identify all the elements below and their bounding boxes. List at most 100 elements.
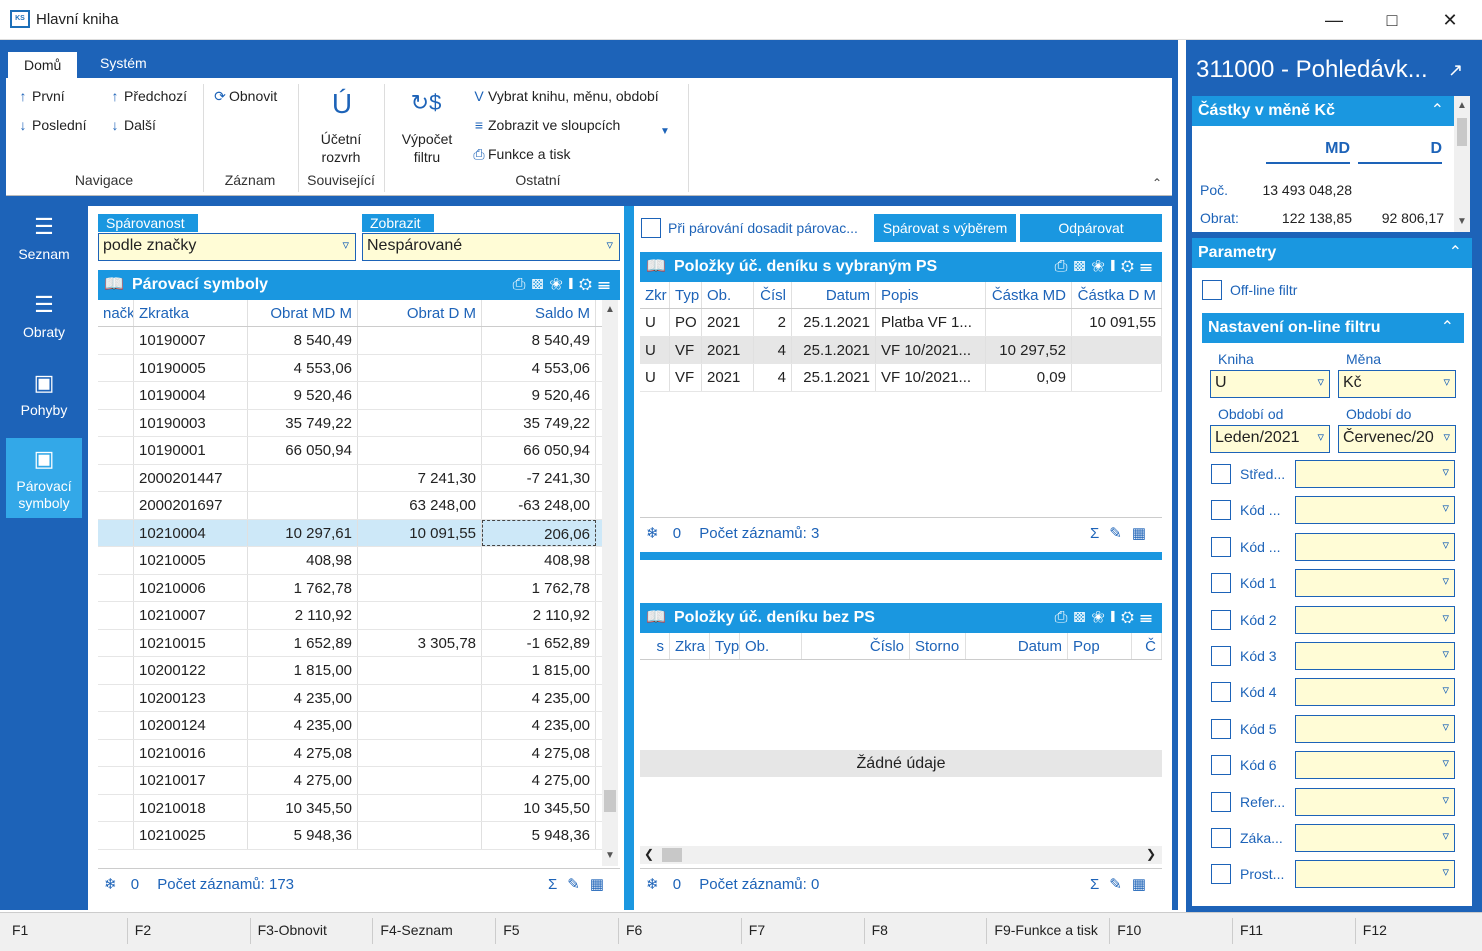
col-saldo[interactable]: Saldo M bbox=[482, 300, 596, 326]
scroll-thumb[interactable] bbox=[1457, 118, 1467, 146]
params-section[interactable]: Parametry ⌃ bbox=[1192, 238, 1472, 268]
grid-tools[interactable]: ⎙▩❀❙⚙☰ bbox=[1055, 252, 1158, 282]
show-in-columns-button[interactable]: ≡ Zobrazit ve sloupcích bbox=[470, 117, 620, 133]
filter-select[interactable]: ▿ bbox=[1295, 642, 1455, 670]
function-key[interactable]: F9-Funkce a tisk bbox=[994, 922, 1097, 938]
display-select[interactable]: Nespárované ▿ bbox=[362, 233, 620, 261]
table-row[interactable]: 10190005 4 553,06 4 553,06 bbox=[98, 354, 602, 382]
table-row[interactable]: 10190001 66 050,94 66 050,94 bbox=[98, 437, 602, 465]
table-row[interactable]: 10210004 10 297,61 10 091,55 206,06 bbox=[98, 519, 602, 547]
function-key[interactable]: F5 bbox=[503, 922, 519, 938]
prev-button[interactable]: ↑ Předchozí bbox=[106, 88, 188, 104]
filter-select[interactable]: ▿ bbox=[1295, 824, 1455, 852]
table-row[interactable]: 10190007 8 540,49 8 540,49 bbox=[98, 327, 602, 355]
status-tools[interactable]: Σ✎▦ bbox=[548, 869, 614, 901]
filter-checkbox[interactable] bbox=[1211, 718, 1231, 739]
column-header[interactable]: s bbox=[640, 633, 670, 659]
column-header[interactable]: Popis bbox=[876, 282, 986, 308]
close-icon[interactable]: ✕ bbox=[1430, 8, 1470, 32]
splitter[interactable] bbox=[624, 206, 634, 910]
column-header[interactable]: Datum bbox=[966, 633, 1068, 659]
maximize-icon[interactable]: □ bbox=[1372, 8, 1412, 32]
tab-system[interactable]: Systém bbox=[84, 50, 163, 78]
table-row[interactable]: 10200124 4 235,00 4 235,00 bbox=[98, 712, 602, 740]
column-header[interactable]: Ob. bbox=[702, 282, 754, 308]
filter-select[interactable]: ▿ bbox=[1295, 460, 1455, 488]
column-header[interactable]: Storno bbox=[910, 633, 966, 659]
column-header[interactable]: Částka MD bbox=[986, 282, 1072, 308]
calculate-icon[interactable]: ↻$ bbox=[406, 90, 446, 120]
table-row[interactable]: U PO 2021 2 25.1.2021 Platba VF 1... 10 091,55 bbox=[640, 309, 1162, 337]
filter-select[interactable]: ▿ bbox=[1295, 496, 1455, 525]
chart-of-accounts-icon[interactable]: Ú bbox=[312, 88, 372, 120]
table-row[interactable]: 10200122 1 815,00 1 815,00 bbox=[98, 657, 602, 685]
grid-tools[interactable]: ⎙▩❀❙⚙☰ bbox=[513, 270, 616, 300]
filter-checkbox[interactable] bbox=[1211, 609, 1231, 630]
function-key[interactable]: F1 bbox=[12, 922, 28, 938]
snowflake-icon[interactable]: ❄ bbox=[646, 876, 659, 893]
first-button[interactable]: ↑ První bbox=[14, 88, 65, 104]
column-header[interactable]: Č bbox=[1132, 633, 1162, 659]
table-row[interactable]: U VF 2021 4 25.1.2021 VF 10/2021... 0,09 bbox=[640, 364, 1162, 392]
grid-tools[interactable]: ⎙▩❀❙⚙☰ bbox=[1055, 603, 1158, 633]
dropdown-arrow-icon[interactable]: ▼ bbox=[660, 126, 670, 137]
snowflake-icon[interactable]: ❄ bbox=[646, 525, 659, 542]
function-key[interactable]: F4-Seznam bbox=[380, 922, 452, 938]
column-header[interactable]: Pop bbox=[1068, 633, 1132, 659]
horizontal-scrollbar[interactable]: ❮ ❯ bbox=[640, 846, 1162, 864]
scroll-thumb[interactable] bbox=[662, 848, 682, 862]
filter-select[interactable]: ▿ bbox=[1295, 569, 1455, 598]
unpair-button[interactable]: Odpárovat bbox=[1020, 214, 1162, 242]
filter-select[interactable]: ▿ bbox=[1295, 678, 1455, 707]
function-key[interactable]: F2 bbox=[135, 922, 151, 938]
filter-select[interactable]: ▿ bbox=[1295, 751, 1455, 780]
filter-select[interactable]: ▿ bbox=[1295, 605, 1455, 634]
filter-select[interactable]: ▿ bbox=[1295, 714, 1455, 743]
filter-checkbox[interactable] bbox=[1211, 536, 1231, 557]
book-select[interactable]: U ▿ bbox=[1210, 370, 1330, 398]
chart-of-accounts-button[interactable]: Účetní rozvrh bbox=[308, 130, 374, 166]
column-header[interactable]: Číslo bbox=[802, 633, 910, 659]
table-row[interactable]: U VF 2021 4 25.1.2021 VF 10/2021... 10 297,52 bbox=[640, 336, 1162, 364]
amounts-section[interactable]: Částky v měně Kč ⌃ bbox=[1192, 96, 1454, 126]
function-key[interactable]: F6 bbox=[626, 922, 642, 938]
calculate-filter-button[interactable]: Výpočet filtru bbox=[392, 130, 462, 166]
nav-turnovers[interactable]: ☰ Obraty bbox=[6, 284, 82, 360]
function-key[interactable]: F8 bbox=[872, 922, 888, 938]
online-filter-section[interactable]: Nastavení on-line filtru ⌃ bbox=[1202, 313, 1464, 343]
filter-select[interactable]: ▿ bbox=[1295, 532, 1455, 561]
period-from-select[interactable]: Leden/2021 ▿ bbox=[1210, 425, 1330, 453]
table-row[interactable]: 10210017 4 275,00 4 275,00 bbox=[98, 767, 602, 795]
offline-filter-checkbox[interactable] bbox=[1202, 280, 1222, 300]
filter-checkbox[interactable] bbox=[1211, 500, 1231, 521]
table-row[interactable]: 10190004 9 520,46 9 520,46 bbox=[98, 382, 602, 410]
snowflake-icon[interactable]: ❄ bbox=[104, 876, 117, 893]
filter-checkbox[interactable] bbox=[1211, 864, 1231, 885]
col-d[interactable]: Obrat D M bbox=[358, 300, 482, 326]
external-link-icon[interactable]: ↗ bbox=[1448, 60, 1463, 81]
scrollbar[interactable]: ▲ ▼ bbox=[602, 300, 618, 866]
col-md[interactable]: Obrat MD M bbox=[248, 300, 358, 326]
filter-select[interactable]: ▿ bbox=[1295, 787, 1455, 816]
function-key[interactable]: F3-Obnovit bbox=[258, 922, 327, 938]
column-header[interactable]: Typ bbox=[710, 633, 740, 659]
collapse-ribbon-icon[interactable]: ⌃ bbox=[1152, 176, 1162, 190]
pair-with-selection-button[interactable]: Spárovat s výběrem bbox=[874, 214, 1016, 242]
column-header[interactable]: Ob. bbox=[740, 633, 802, 659]
table-row[interactable]: 10210006 1 762,78 1 762,78 bbox=[98, 574, 602, 602]
column-header[interactable]: Typ bbox=[670, 282, 702, 308]
table-row[interactable]: 2000201447 7 241,30 -7 241,30 bbox=[98, 464, 602, 492]
column-header[interactable]: Částka D M bbox=[1072, 282, 1162, 308]
nav-pairing-symbols[interactable]: ▣ Párovací symboly bbox=[6, 438, 82, 518]
filter-checkbox[interactable] bbox=[1211, 682, 1231, 703]
nav-list[interactable]: ☰ Seznam bbox=[6, 206, 82, 282]
table-row[interactable]: 10210016 4 275,08 4 275,08 bbox=[98, 739, 602, 767]
table-row[interactable]: 10210018 10 345,50 10 345,50 bbox=[98, 794, 602, 822]
filter-checkbox[interactable] bbox=[1211, 791, 1231, 812]
filter-checkbox[interactable] bbox=[1211, 646, 1231, 666]
function-key[interactable]: F10 bbox=[1117, 922, 1141, 938]
scroll-thumb[interactable] bbox=[604, 790, 616, 812]
filter-checkbox[interactable] bbox=[1211, 828, 1231, 848]
function-key[interactable]: F7 bbox=[749, 922, 765, 938]
filter-select[interactable]: ▿ bbox=[1295, 860, 1455, 889]
